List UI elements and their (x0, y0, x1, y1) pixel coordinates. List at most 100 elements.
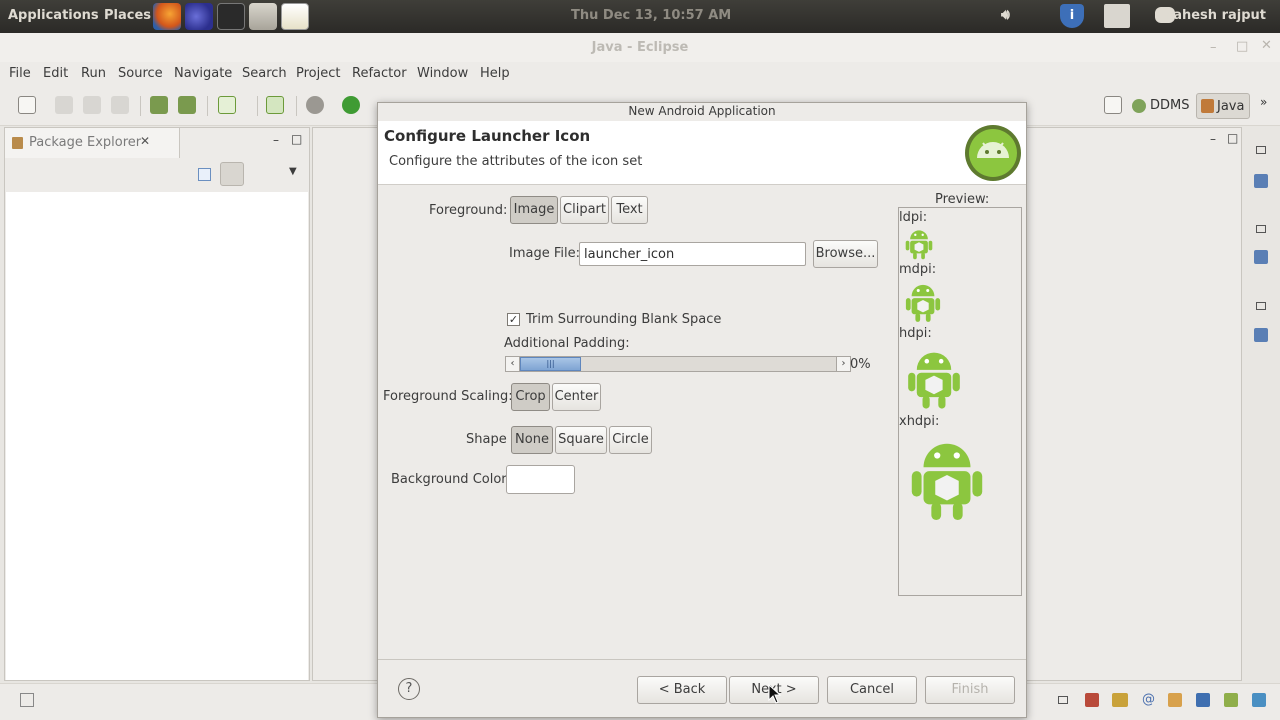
minimize-editor-icon[interactable]: – (1210, 132, 1216, 146)
toolbar-overflow-icon[interactable]: » (1260, 95, 1267, 109)
slider-thumb[interactable]: ||| (520, 357, 581, 371)
package-explorer-tree[interactable] (6, 192, 308, 680)
volume-icon[interactable]: 🔊︎ (1001, 7, 1010, 23)
trim-icon-6[interactable] (1224, 693, 1238, 707)
slider-right-arrow[interactable]: › (836, 357, 850, 371)
close-tab-icon[interactable]: ✕ (140, 134, 150, 148)
image-file-input[interactable] (579, 242, 806, 266)
applications-menu[interactable]: Applications (8, 8, 99, 23)
perspective-java[interactable]: Java (1196, 93, 1250, 119)
preview-xhdpi-label: xhdpi: (899, 414, 940, 429)
padding-value: 0% (850, 357, 871, 372)
padding-slider[interactable]: ‹ ||| › (505, 356, 851, 372)
package-icon (12, 137, 23, 149)
minimize-view-icon[interactable]: – (273, 133, 279, 147)
android-sdk-manager-icon[interactable] (150, 96, 168, 114)
minimize-icon[interactable]: – (1210, 40, 1217, 55)
firefox-icon[interactable] (153, 3, 181, 30)
menu-edit[interactable]: Edit (43, 66, 68, 81)
trim-restore-icon[interactable] (1058, 696, 1068, 704)
android-xhdpi-icon (911, 443, 983, 521)
user-menu[interactable]: mahesh rajput (1160, 8, 1266, 23)
run-icon[interactable] (342, 96, 360, 114)
outline-icon[interactable] (1254, 250, 1268, 264)
ddms-label: DDMS (1150, 98, 1190, 113)
menu-source[interactable]: Source (118, 66, 163, 81)
package-explorer-title: Package Explorer (29, 135, 142, 150)
collapse-all-icon[interactable] (198, 168, 211, 181)
text-editor-icon[interactable] (281, 3, 309, 30)
console-icon[interactable] (1254, 328, 1268, 342)
save-all-icon[interactable] (83, 96, 101, 114)
trim-icon-4[interactable] (1168, 693, 1182, 707)
toolbar-separator (207, 96, 208, 116)
network-icon[interactable] (1104, 4, 1130, 28)
android-lint-icon[interactable] (218, 96, 236, 114)
link-with-editor-icon[interactable] (220, 162, 244, 186)
android-avd-manager-icon[interactable] (178, 96, 196, 114)
foreground-clipart-button[interactable]: Clipart (560, 196, 609, 224)
scaling-center-button[interactable]: Center (552, 383, 601, 411)
trim-icon-3[interactable]: @ (1142, 692, 1155, 707)
menu-project[interactable]: Project (296, 66, 340, 81)
preview-ldpi-label: ldpi: (899, 210, 928, 225)
shape-none-button[interactable]: None (511, 426, 553, 454)
finish-button[interactable]: Finish (925, 676, 1015, 704)
maximize-view-icon[interactable]: □ (291, 132, 302, 146)
close-icon[interactable]: ✕ (1261, 38, 1272, 53)
trim-icon-7[interactable] (1252, 693, 1266, 707)
back-button[interactable]: < Back (637, 676, 727, 704)
help-icon[interactable]: ? (398, 678, 420, 700)
restore-icon[interactable] (1256, 225, 1266, 233)
slider-left-arrow[interactable]: ‹ (506, 357, 520, 371)
debug-icon[interactable] (306, 96, 324, 114)
terminal-icon[interactable] (217, 3, 245, 30)
shape-circle-button[interactable]: Circle (609, 426, 652, 454)
maximize-editor-icon[interactable]: □ (1227, 131, 1238, 145)
preview-mdpi-label: mdpi: (899, 262, 937, 277)
new-android-project-icon[interactable] (266, 96, 284, 114)
menu-window[interactable]: Window (417, 66, 468, 81)
menu-navigate[interactable]: Navigate (174, 66, 232, 81)
home-folder-icon[interactable] (249, 3, 277, 30)
window-title: Java - Eclipse (591, 40, 689, 55)
background-color-label: Background Color: (391, 472, 511, 487)
menu-help[interactable]: Help (480, 66, 510, 81)
image-file-label: Image File: (509, 246, 580, 261)
restore-icon[interactable] (1256, 146, 1266, 154)
menu-search[interactable]: Search (242, 66, 287, 81)
trim-icon-5[interactable] (1196, 693, 1210, 707)
perspective-ddms[interactable]: DDMS (1132, 94, 1190, 118)
places-menu[interactable]: Places (104, 8, 151, 23)
view-menu-icon[interactable]: ▼ (289, 166, 297, 177)
foreground-image-button[interactable]: Image (510, 196, 558, 224)
print-icon[interactable] (111, 96, 129, 114)
update-notifier-icon[interactable]: i (1060, 4, 1084, 28)
new-icon[interactable] (18, 96, 36, 114)
restore-icon[interactable] (1256, 302, 1266, 310)
fast-view-icon[interactable] (20, 693, 34, 707)
menu-run[interactable]: Run (81, 66, 106, 81)
clock[interactable]: Thu Dec 13, 10:57 AM (571, 8, 731, 23)
java-icon (1201, 99, 1214, 113)
task-list-icon[interactable] (1254, 174, 1268, 188)
package-explorer-tab[interactable]: Package Explorer ✕ (5, 128, 180, 158)
browse-button[interactable]: Browse... (813, 240, 878, 268)
menu-refactor[interactable]: Refactor (352, 66, 407, 81)
cancel-button[interactable]: Cancel (827, 676, 917, 704)
foreground-text-button[interactable]: Text (611, 196, 648, 224)
save-icon[interactable] (55, 96, 73, 114)
eclipse-icon[interactable] (185, 3, 213, 30)
shape-square-button[interactable]: Square (555, 426, 607, 454)
open-perspective-icon[interactable] (1104, 96, 1122, 114)
scaling-crop-button[interactable]: Crop (511, 383, 550, 411)
maximize-icon[interactable]: □ (1236, 39, 1248, 54)
toolbar-separator (140, 96, 141, 116)
trim-icon-1[interactable] (1085, 693, 1099, 707)
trim-checkbox[interactable]: ✓ (507, 313, 520, 326)
preview-label: Preview: (935, 192, 990, 207)
background-color-swatch[interactable] (506, 465, 575, 494)
trim-icon-2[interactable] (1112, 693, 1128, 707)
menu-file[interactable]: File (9, 66, 31, 81)
foreground-label: Foreground: (429, 203, 508, 218)
